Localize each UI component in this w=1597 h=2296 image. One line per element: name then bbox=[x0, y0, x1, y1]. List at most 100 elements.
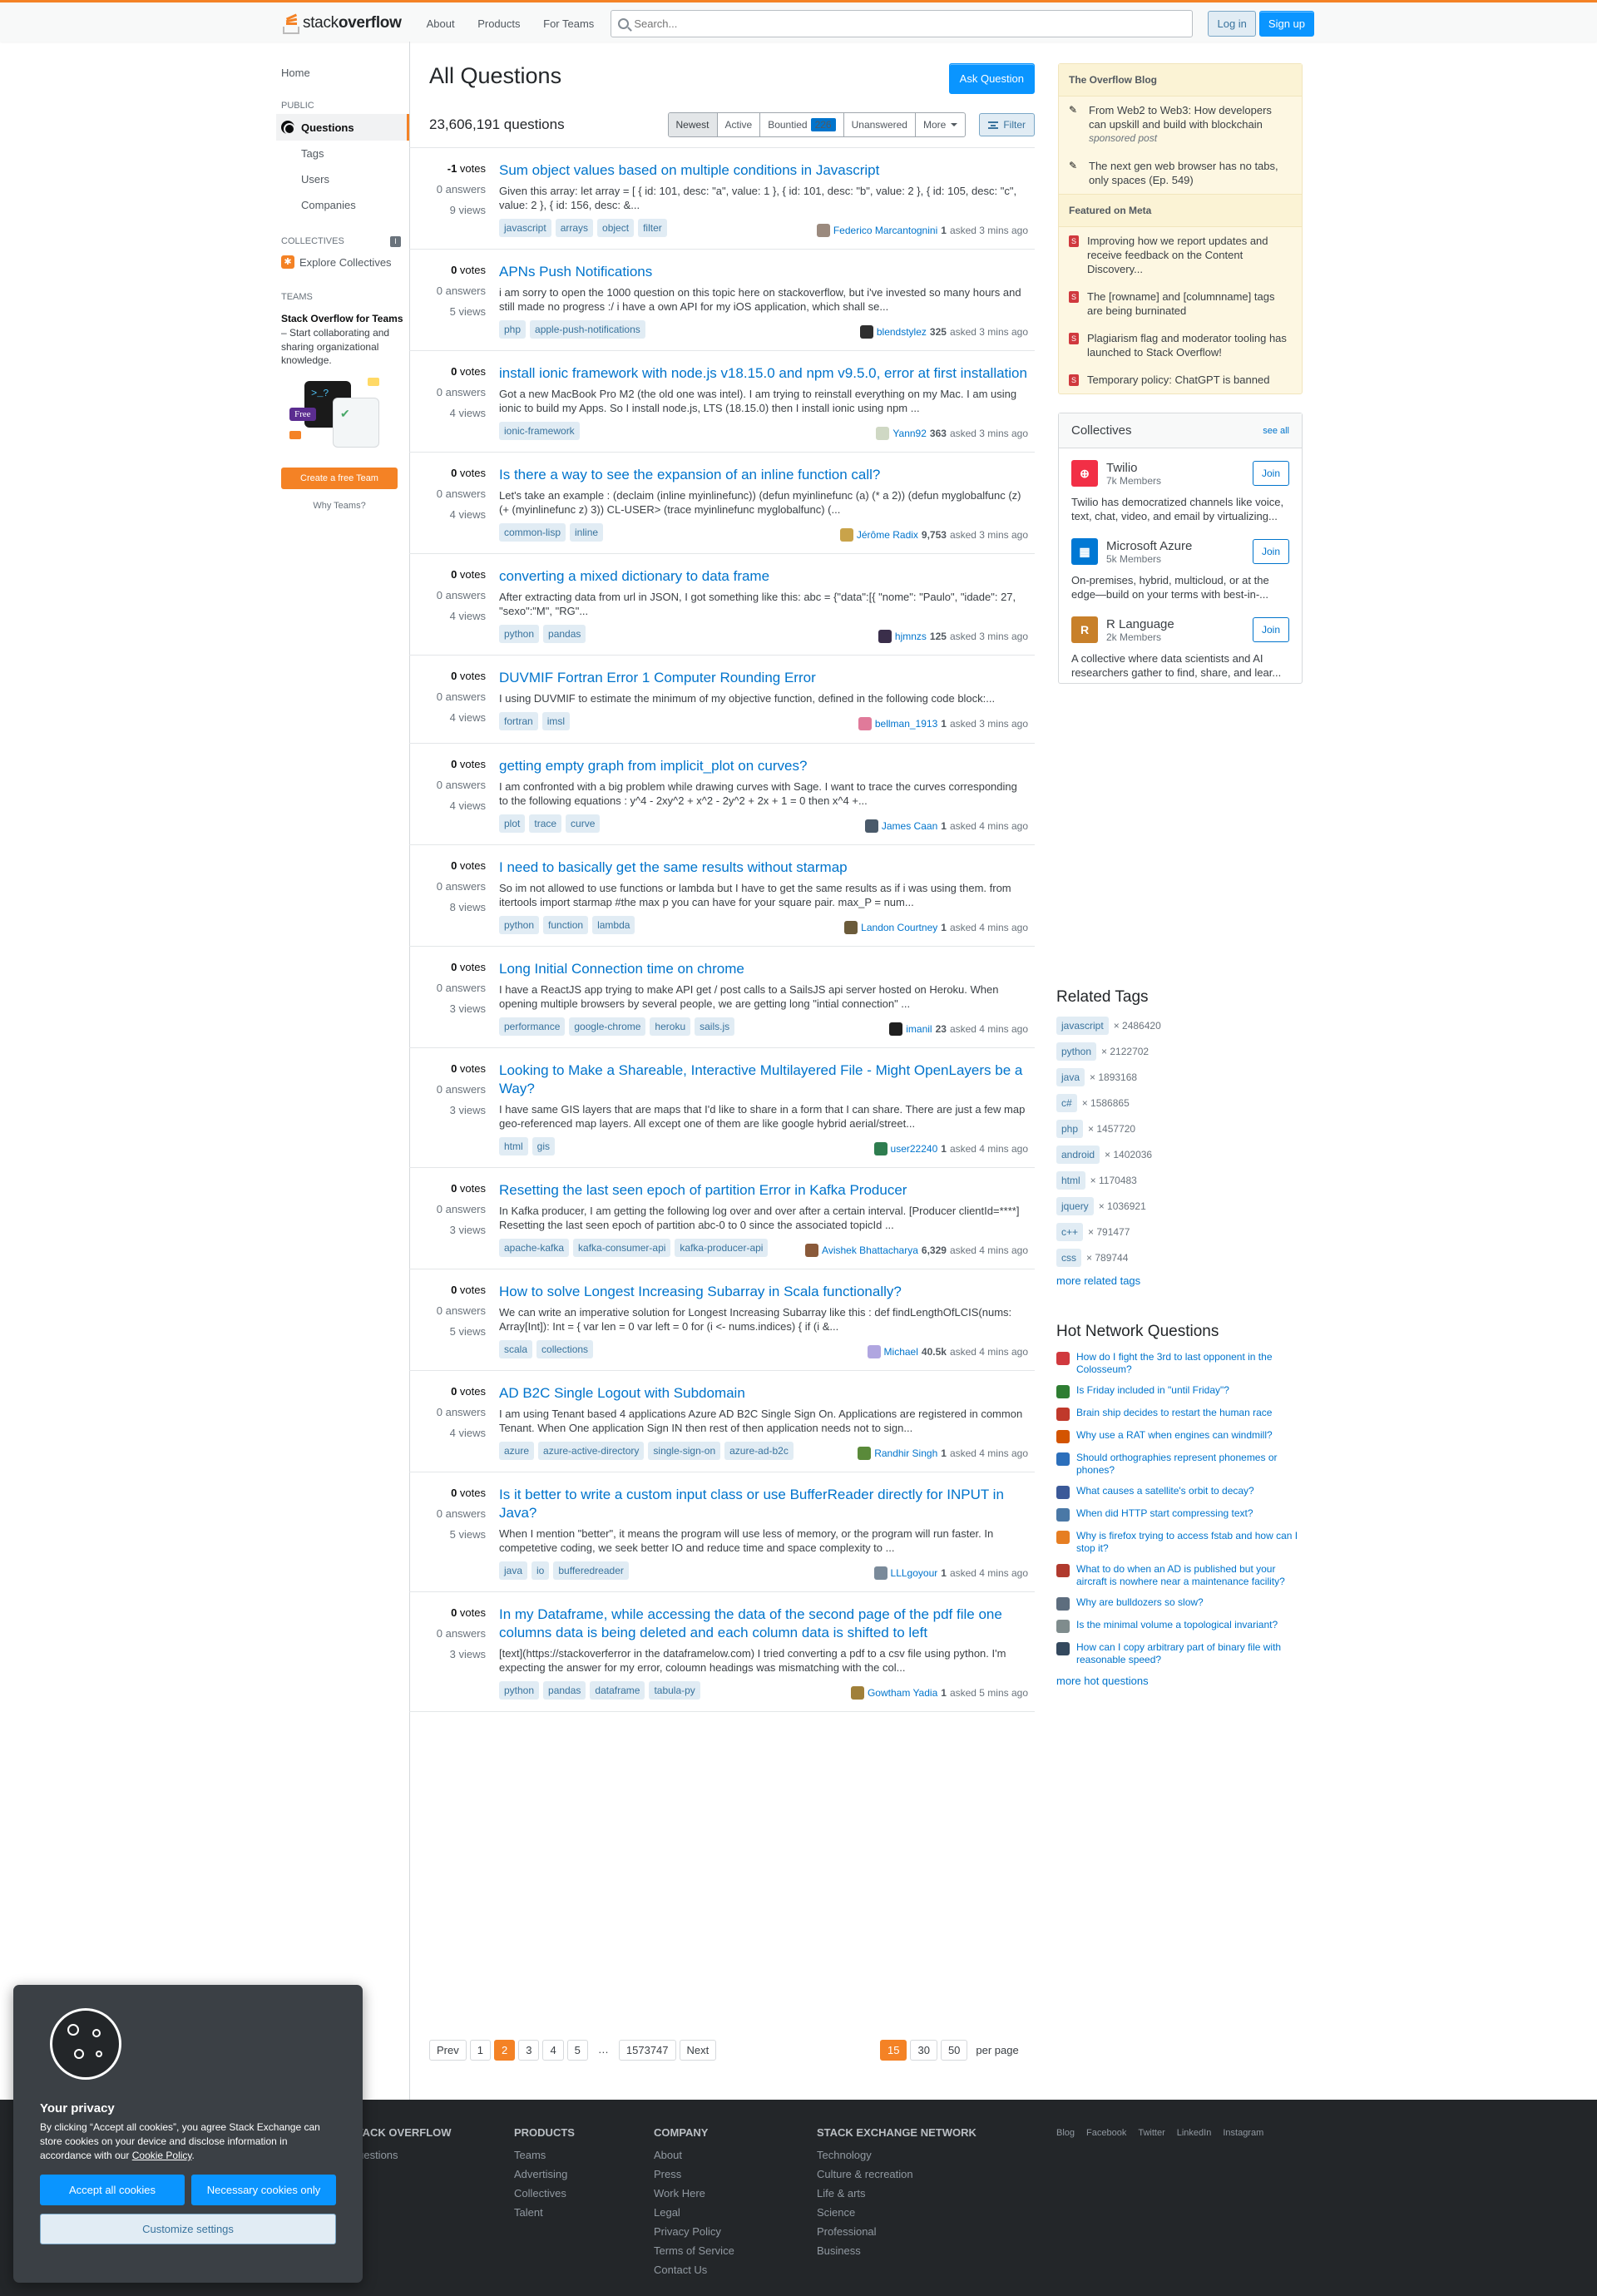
collective-logo-icon[interactable]: R bbox=[1071, 616, 1098, 643]
user-name-link[interactable]: Jérôme Radix bbox=[857, 529, 918, 541]
tag-collections[interactable]: collections bbox=[536, 1340, 594, 1358]
user-name-link[interactable]: Gowtham Yadia bbox=[868, 1687, 937, 1699]
hot-question-link[interactable]: Should orthographies represent phonemes … bbox=[1076, 1452, 1304, 1477]
footer-link[interactable]: Culture & recreation bbox=[817, 2168, 976, 2180]
tag-html[interactable]: html bbox=[1056, 1171, 1085, 1190]
social-link-instagram[interactable]: Instagram bbox=[1223, 2128, 1263, 2138]
tab-unanswered[interactable]: Unanswered bbox=[844, 113, 916, 136]
user-name-link[interactable]: blendstylez bbox=[877, 326, 927, 338]
user-name-link[interactable]: user22240 bbox=[891, 1143, 938, 1155]
tag-performance[interactable]: performance bbox=[499, 1017, 566, 1036]
social-link-twitter[interactable]: Twitter bbox=[1138, 2128, 1164, 2138]
tag-python[interactable]: python bbox=[1056, 1042, 1097, 1061]
tag-sails-js[interactable]: sails.js bbox=[695, 1017, 735, 1036]
footer-link[interactable]: Talent bbox=[514, 2206, 575, 2219]
meta-item[interactable]: S Plagiarism flag and moderator tooling h… bbox=[1059, 324, 1302, 366]
hot-question-link[interactable]: What to do when an AD is published but y… bbox=[1076, 1563, 1304, 1588]
tag-kafka-producer-api[interactable]: kafka-producer-api bbox=[675, 1239, 769, 1257]
footer-link[interactable]: Terms of Service bbox=[654, 2244, 734, 2257]
meta-item[interactable]: S Improving how we report updates and rec… bbox=[1059, 227, 1302, 283]
hot-question-link[interactable]: What causes a satellite's orbit to decay… bbox=[1076, 1485, 1254, 1499]
tab-active[interactable]: Active bbox=[718, 113, 761, 136]
tag-bufferedreader[interactable]: bufferedreader bbox=[553, 1561, 629, 1580]
user-name-link[interactable]: hjmnzs bbox=[895, 631, 927, 642]
hot-question-link[interactable]: Why is firefox trying to access fstab an… bbox=[1076, 1530, 1304, 1555]
per-page-50-button[interactable]: 50 bbox=[940, 2040, 968, 2061]
tag-function[interactable]: function bbox=[543, 916, 589, 934]
tag-io[interactable]: io bbox=[532, 1561, 550, 1580]
user-name-link[interactable]: LLLgoyour bbox=[891, 1567, 938, 1579]
sidebar-item-home[interactable]: Home bbox=[276, 63, 409, 82]
avatar[interactable] bbox=[858, 717, 872, 730]
collective-logo-icon[interactable]: ▦ bbox=[1071, 538, 1098, 565]
hot-question-link[interactable]: Is the minimal volume a topological inva… bbox=[1076, 1619, 1278, 1633]
avatar[interactable] bbox=[867, 1345, 881, 1358]
footer-link[interactable]: About bbox=[654, 2149, 734, 2161]
tag-android[interactable]: android bbox=[1056, 1146, 1100, 1164]
hot-question-link[interactable]: Brain ship decides to restart the human … bbox=[1076, 1407, 1272, 1421]
tag-dataframe[interactable]: dataframe bbox=[590, 1681, 645, 1700]
tab-more[interactable]: More bbox=[916, 113, 965, 136]
question-title-link[interactable]: AD B2C Single Logout with Subdomain bbox=[499, 1384, 1028, 1403]
tag-azure-active-directory[interactable]: azure-active-directory bbox=[538, 1442, 645, 1460]
tag-javascript[interactable]: javascript bbox=[499, 219, 551, 237]
info-icon[interactable]: i bbox=[390, 236, 401, 247]
social-link-facebook[interactable]: Facebook bbox=[1086, 2128, 1126, 2138]
join-collective-button[interactable]: Join bbox=[1252, 617, 1289, 642]
ask-question-button[interactable]: Ask Question bbox=[948, 63, 1035, 94]
footer-link[interactable]: Legal bbox=[654, 2206, 734, 2219]
join-collective-button[interactable]: Join bbox=[1252, 461, 1289, 486]
question-title-link[interactable]: Looking to Make a Shareable, Interactive… bbox=[499, 1061, 1028, 1098]
tag-javascript[interactable]: javascript bbox=[1056, 1017, 1109, 1035]
sidebar-item-explore-collectives[interactable]: ✱ Explore Collectives bbox=[276, 250, 409, 274]
page-1-button[interactable]: 1 bbox=[469, 2040, 491, 2061]
user-name-link[interactable]: Michael bbox=[884, 1346, 918, 1358]
tag-inline[interactable]: inline bbox=[570, 523, 604, 542]
user-name-link[interactable]: bellman_1913 bbox=[875, 718, 937, 730]
see-all-link[interactable]: see all bbox=[1263, 426, 1289, 438]
tag-c-[interactable]: c# bbox=[1056, 1094, 1077, 1112]
tag-css[interactable]: css bbox=[1056, 1249, 1081, 1267]
meta-item[interactable]: S The [rowname] and [columnname] tags are… bbox=[1059, 283, 1302, 324]
page-4-button[interactable]: 4 bbox=[542, 2040, 564, 2061]
tag-ionic-framework[interactable]: ionic-framework bbox=[499, 422, 580, 440]
avatar[interactable] bbox=[858, 1447, 872, 1460]
tag-azure-ad-b2c[interactable]: azure-ad-b2c bbox=[724, 1442, 794, 1460]
sidebar-item-questions[interactable]: Questions bbox=[276, 114, 409, 141]
avatar[interactable] bbox=[876, 427, 890, 440]
question-title-link[interactable]: install ionic framework with node.js v18… bbox=[499, 364, 1028, 383]
hot-question-link[interactable]: When did HTTP start compressing text? bbox=[1076, 1507, 1253, 1522]
user-name-link[interactable]: imanil bbox=[906, 1023, 932, 1035]
question-title-link[interactable]: How to solve Longest Increasing Subarray… bbox=[499, 1283, 1028, 1301]
sidebar-item-tags[interactable]: Tags bbox=[276, 141, 409, 166]
page-5-button[interactable]: 5 bbox=[566, 2040, 588, 2061]
tag-html[interactable]: html bbox=[499, 1137, 528, 1155]
tag-fortran[interactable]: fortran bbox=[499, 712, 538, 730]
tag-python[interactable]: python bbox=[499, 1681, 540, 1700]
hot-question-link[interactable]: How do I fight the 3rd to last opponent … bbox=[1076, 1351, 1304, 1376]
avatar[interactable] bbox=[859, 325, 873, 339]
question-title-link[interactable]: APNs Push Notifications bbox=[499, 263, 1028, 281]
social-link-linkedin[interactable]: LinkedIn bbox=[1177, 2128, 1212, 2138]
avatar[interactable] bbox=[889, 1022, 903, 1036]
user-name-link[interactable]: Yann92 bbox=[892, 428, 926, 439]
tag-filter[interactable]: filter bbox=[638, 219, 667, 237]
footer-link[interactable]: Business bbox=[817, 2244, 976, 2257]
nav-about[interactable]: About bbox=[417, 11, 465, 37]
nav-products[interactable]: Products bbox=[467, 11, 530, 37]
tab-newest[interactable]: Newest bbox=[668, 113, 718, 136]
tag-lambda[interactable]: lambda bbox=[592, 916, 635, 934]
tag-scala[interactable]: scala bbox=[499, 1340, 533, 1358]
footer-link[interactable]: Teams bbox=[514, 2149, 575, 2161]
tag-apache-kafka[interactable]: apache-kafka bbox=[499, 1239, 570, 1257]
question-title-link[interactable]: DUVMIF Fortran Error 1 Computer Rounding… bbox=[499, 669, 1028, 687]
tag-gis[interactable]: gis bbox=[532, 1137, 556, 1155]
meta-item[interactable]: S Temporary policy: ChatGPT is banned bbox=[1059, 366, 1302, 393]
tag-kafka-consumer-api[interactable]: kafka-consumer-api bbox=[573, 1239, 671, 1257]
tag-java[interactable]: java bbox=[499, 1561, 528, 1580]
avatar[interactable] bbox=[878, 630, 892, 643]
tag-python[interactable]: python bbox=[499, 625, 540, 643]
necessary-cookies-button[interactable]: Necessary cookies only bbox=[191, 2175, 336, 2205]
accept-all-cookies-button[interactable]: Accept all cookies bbox=[40, 2175, 185, 2205]
user-name-link[interactable]: Landon Courtney bbox=[861, 922, 937, 933]
